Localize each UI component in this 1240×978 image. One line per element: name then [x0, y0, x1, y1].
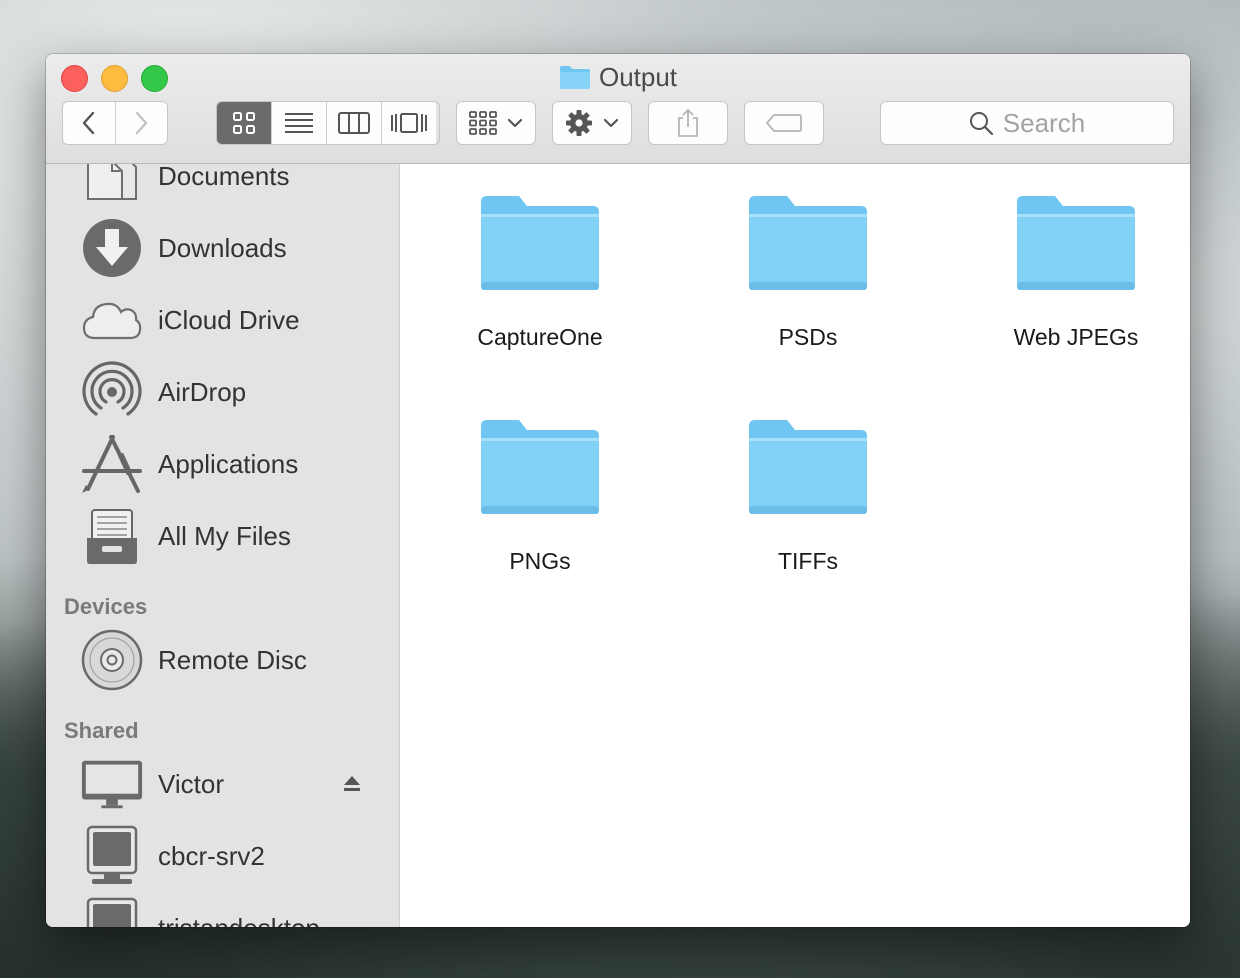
chevron-down-icon	[507, 118, 523, 128]
chevron-down-icon	[603, 118, 619, 128]
folder-item[interactable]: CaptureOne	[420, 194, 660, 351]
file-browser: CaptureOne PSDs Web JPEGs PNGs TIFFs	[400, 164, 1190, 927]
view-mode-selector	[216, 101, 440, 145]
action-button[interactable]	[552, 101, 632, 145]
folder-name: CaptureOne	[477, 324, 603, 350]
chevron-left-icon	[82, 111, 94, 135]
downloads-icon	[80, 216, 144, 280]
list-view-icon	[285, 113, 313, 133]
display-icon	[80, 752, 144, 816]
back-button[interactable]	[63, 102, 116, 144]
sidebar-item-remote-disc[interactable]: Remote Disc	[80, 628, 390, 692]
arrange-grid-icon	[469, 111, 497, 135]
sidebar: Documents Downloads iCloud Drive AirDrop…	[46, 164, 400, 927]
folder-icon	[481, 196, 599, 290]
folder-icon	[749, 196, 867, 290]
cover-flow-view-button[interactable]	[382, 102, 436, 144]
sidebar-item-all-my-files[interactable]: All My Files	[80, 506, 390, 566]
icloud-icon	[80, 288, 144, 352]
folder-item[interactable]: PSDs	[688, 194, 928, 351]
applications-icon	[80, 432, 144, 496]
sidebar-item-label: Documents	[158, 164, 290, 191]
disc-icon	[80, 628, 144, 692]
tag-button[interactable]	[744, 101, 824, 145]
sidebar-item-label: AirDrop	[158, 376, 247, 407]
folder-name: PNGs	[509, 548, 571, 574]
sidebar-item-icloud-drive[interactable]: iCloud Drive	[80, 290, 390, 350]
folder-icon	[749, 420, 867, 514]
share-button[interactable]	[648, 101, 728, 145]
column-view-icon	[338, 112, 370, 134]
folder-name: TIFFs	[777, 548, 839, 574]
sidebar-item-airdrop[interactable]: AirDrop	[80, 360, 390, 424]
folder-icon	[481, 420, 599, 514]
sidebar-item-downloads[interactable]: Downloads	[80, 218, 390, 278]
arrange-button[interactable]	[456, 101, 536, 145]
sidebar-item-cbcr-srv2[interactable]: cbcr-srv2	[80, 824, 390, 888]
airdrop-icon	[80, 360, 144, 424]
search-icon	[969, 112, 993, 135]
sidebar-item-label: All My Files	[158, 520, 291, 551]
sidebar-item-label: Remote Disc	[158, 644, 307, 675]
chevron-right-icon	[136, 111, 148, 135]
sidebar-item-applications[interactable]: Applications	[80, 434, 390, 494]
cover-flow-icon	[391, 113, 427, 133]
icon-view-button[interactable]	[217, 102, 272, 144]
shared-heading: Shared	[64, 718, 139, 743]
gear-icon	[566, 110, 592, 136]
sidebar-item-tristandesktop[interactable]: tristandesktop	[80, 896, 390, 928]
sidebar-item-documents[interactable]: Documents	[80, 164, 390, 206]
window-title-text: Output	[598, 61, 678, 92]
sidebar-item-label: Downloads	[158, 232, 287, 263]
tag-icon	[766, 114, 802, 132]
folder-item[interactable]: TIFFs	[688, 418, 928, 575]
folder-name: Web JPEGs	[1013, 324, 1139, 350]
documents-icon	[80, 164, 144, 208]
folder-icon	[1017, 196, 1135, 290]
computer-icon	[80, 896, 144, 927]
sidebar-item-label: iCloud Drive	[158, 304, 300, 335]
sidebar-item-label: Applications	[158, 448, 299, 479]
forward-button[interactable]	[115, 102, 167, 144]
folder-item[interactable]: PNGs	[420, 418, 660, 575]
folder-name: PSDs	[778, 324, 838, 350]
column-view-button[interactable]	[327, 102, 382, 144]
navigation-buttons	[62, 101, 168, 145]
search-placeholder: Search	[1002, 107, 1086, 138]
sidebar-item-label: cbcr-srv2	[158, 840, 265, 871]
window-title: Output	[46, 62, 1190, 92]
share-icon	[678, 108, 698, 137]
folder-icon	[559, 66, 590, 89]
folder-item[interactable]: Web JPEGs	[956, 194, 1190, 351]
sidebar-item-label: tristandesktop	[158, 913, 320, 928]
sidebar-item-label: Victor	[158, 768, 224, 799]
all-my-files-icon	[80, 504, 144, 568]
list-view-button[interactable]	[272, 102, 327, 144]
eject-icon[interactable]	[342, 774, 362, 794]
finder-window: Output Search Documents Downloads iCloud…	[46, 54, 1190, 927]
devices-heading: Devices	[64, 594, 148, 619]
computer-icon	[80, 824, 144, 888]
icon-view-icon	[233, 112, 255, 134]
search-field[interactable]: Search	[880, 101, 1174, 145]
sidebar-item-victor[interactable]: Victor	[80, 754, 390, 814]
toolbar: Output Search	[46, 54, 1190, 164]
